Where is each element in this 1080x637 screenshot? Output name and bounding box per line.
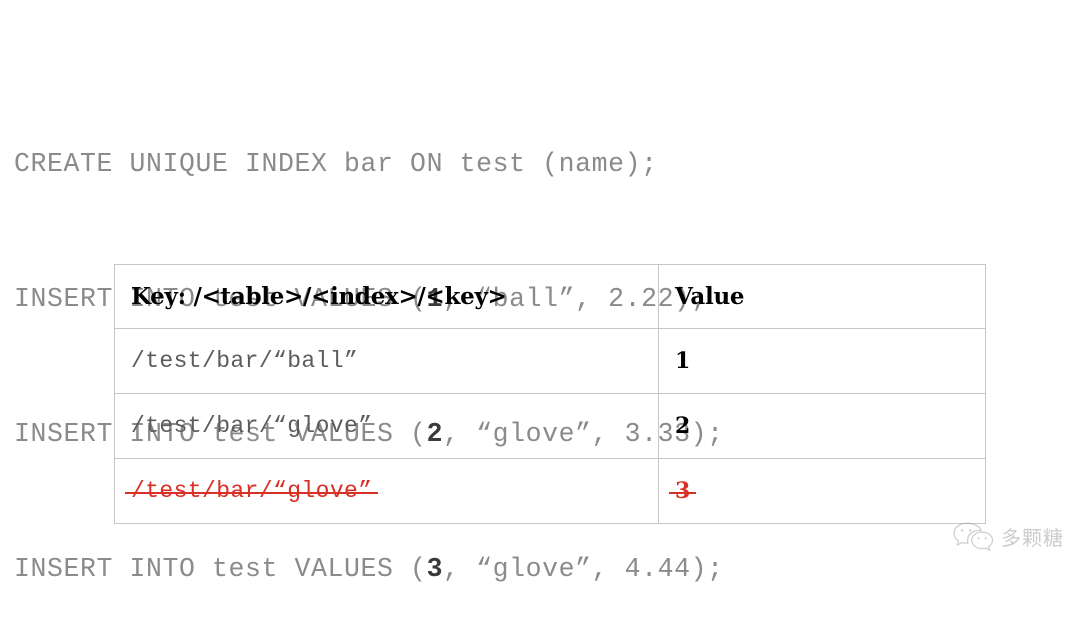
table-header-row: Key: /<table>/<index>/<key> Value [114, 264, 986, 329]
cell-value: 1 [658, 328, 986, 394]
cell-key: /test/bar/“ball” [114, 328, 659, 394]
table-row-deleted: /test/bar/“glove” 3 [114, 458, 986, 524]
wechat-logo-icon [951, 521, 995, 551]
cell-key: /test/bar/“glove” [114, 393, 659, 459]
table-row: /test/bar/“glove” 2 [114, 393, 986, 459]
sql-line-text: INSERT INTO test VALUES ( [14, 554, 427, 584]
strikethrough-key-text: /test/bar/“glove” [124, 478, 379, 504]
sql-line-tail: , “glove”, 4.44); [443, 554, 724, 584]
sql-line-text: CREATE UNIQUE INDEX bar ON test (name); [14, 149, 658, 179]
strikethrough-value-text: 3 [668, 478, 697, 504]
watermark-text: 多颗糖 [1001, 525, 1064, 550]
cell-key-deleted: /test/bar/“glove” [114, 458, 659, 524]
table-row: /test/bar/“ball” 1 [114, 328, 986, 394]
sql-literal-number: 3 [426, 554, 444, 584]
column-header-value: Value [658, 264, 986, 329]
sql-line: CREATE UNIQUE INDEX bar ON test (name); [14, 142, 724, 187]
cell-value: 2 [658, 393, 986, 459]
cell-value-deleted: 3 [658, 458, 986, 524]
sql-line: INSERT INTO test VALUES (3, “glove”, 4.4… [14, 547, 724, 592]
column-header-key: Key: /<table>/<index>/<key> [114, 264, 659, 329]
watermark: 多颗糖 [951, 521, 1064, 551]
key-value-table: Key: /<table>/<index>/<key> Value /test/… [114, 264, 986, 524]
